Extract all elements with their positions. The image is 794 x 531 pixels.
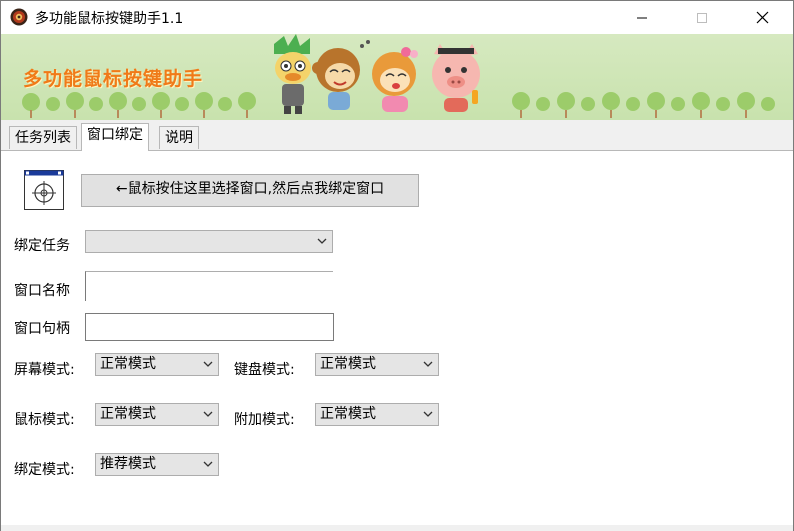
cartoon-characters-illustration	[274, 34, 480, 114]
window-bottom-edge	[1, 525, 793, 531]
minimize-icon	[637, 17, 647, 18]
chevron-down-icon	[203, 361, 213, 367]
extra-mode-label: 附加模式:	[234, 412, 295, 428]
chevron-down-icon	[203, 411, 213, 417]
minimize-button[interactable]	[613, 1, 671, 34]
mouse-mode-value: 正常模式	[100, 406, 156, 422]
close-icon	[756, 11, 768, 24]
keyboard-mode-label: 键盘模式:	[234, 362, 295, 378]
bind-mode-label: 绑定模式:	[14, 462, 75, 478]
bind-mode-value: 推荐模式	[100, 456, 156, 472]
chevron-down-icon	[317, 238, 327, 244]
title-bar[interactable]: 多功能鼠标按键助手1.1	[1, 1, 793, 34]
mouse-mode-select[interactable]: 正常模式	[95, 403, 219, 426]
window-title: 多功能鼠标按键助手1.1	[35, 11, 184, 27]
chevron-down-icon	[203, 461, 213, 467]
header-banner: 多功能鼠标按键助手	[1, 34, 793, 120]
extra-mode-select[interactable]: 正常模式	[315, 403, 439, 426]
screen-mode-label: 屏幕模式:	[14, 362, 75, 378]
keyboard-mode-select[interactable]: 正常模式	[315, 353, 439, 376]
banner-title: 多功能鼠标按键助手	[23, 68, 204, 90]
tab-strip: 任务列表 窗口绑定 说明	[1, 120, 793, 151]
window-handle-field[interactable]	[85, 313, 334, 341]
bind-mode-select[interactable]: 推荐模式	[95, 453, 219, 476]
screen-mode-value: 正常模式	[100, 356, 156, 372]
screen-mode-select[interactable]: 正常模式	[95, 353, 219, 376]
window-binding-panel: ←鼠标按住这里选择窗口,然后点我绑定窗口 绑定任务 窗口名称 窗口句柄 屏幕模式…	[4, 151, 790, 525]
close-button[interactable]	[733, 1, 791, 34]
window-name-label: 窗口名称	[14, 283, 70, 299]
tab-instructions[interactable]: 说明	[159, 126, 199, 149]
window-handle-label: 窗口句柄	[14, 321, 70, 337]
extra-mode-value: 正常模式	[320, 406, 376, 422]
tab-window-binding[interactable]: 窗口绑定	[81, 123, 149, 151]
window-name-field[interactable]	[85, 271, 333, 301]
chevron-down-icon	[423, 361, 433, 367]
tab-task-list[interactable]: 任务列表	[9, 126, 77, 149]
app-logo-icon	[10, 8, 28, 26]
bind-window-button[interactable]: ←鼠标按住这里选择窗口,然后点我绑定窗口	[81, 174, 419, 207]
maximize-icon	[697, 12, 707, 23]
mouse-mode-label: 鼠标模式:	[14, 412, 75, 428]
bind-task-select[interactable]	[85, 230, 333, 253]
chevron-down-icon	[423, 411, 433, 417]
app-window: 多功能鼠标按键助手1.1 多功能鼠标按键助手 任务列表 窗口绑定 说明 ←鼠标按…	[0, 0, 794, 531]
window-picker-crosshair-icon[interactable]	[24, 170, 64, 210]
maximize-button[interactable]	[673, 1, 731, 34]
bind-task-label: 绑定任务	[14, 238, 70, 254]
keyboard-mode-value: 正常模式	[320, 356, 376, 372]
